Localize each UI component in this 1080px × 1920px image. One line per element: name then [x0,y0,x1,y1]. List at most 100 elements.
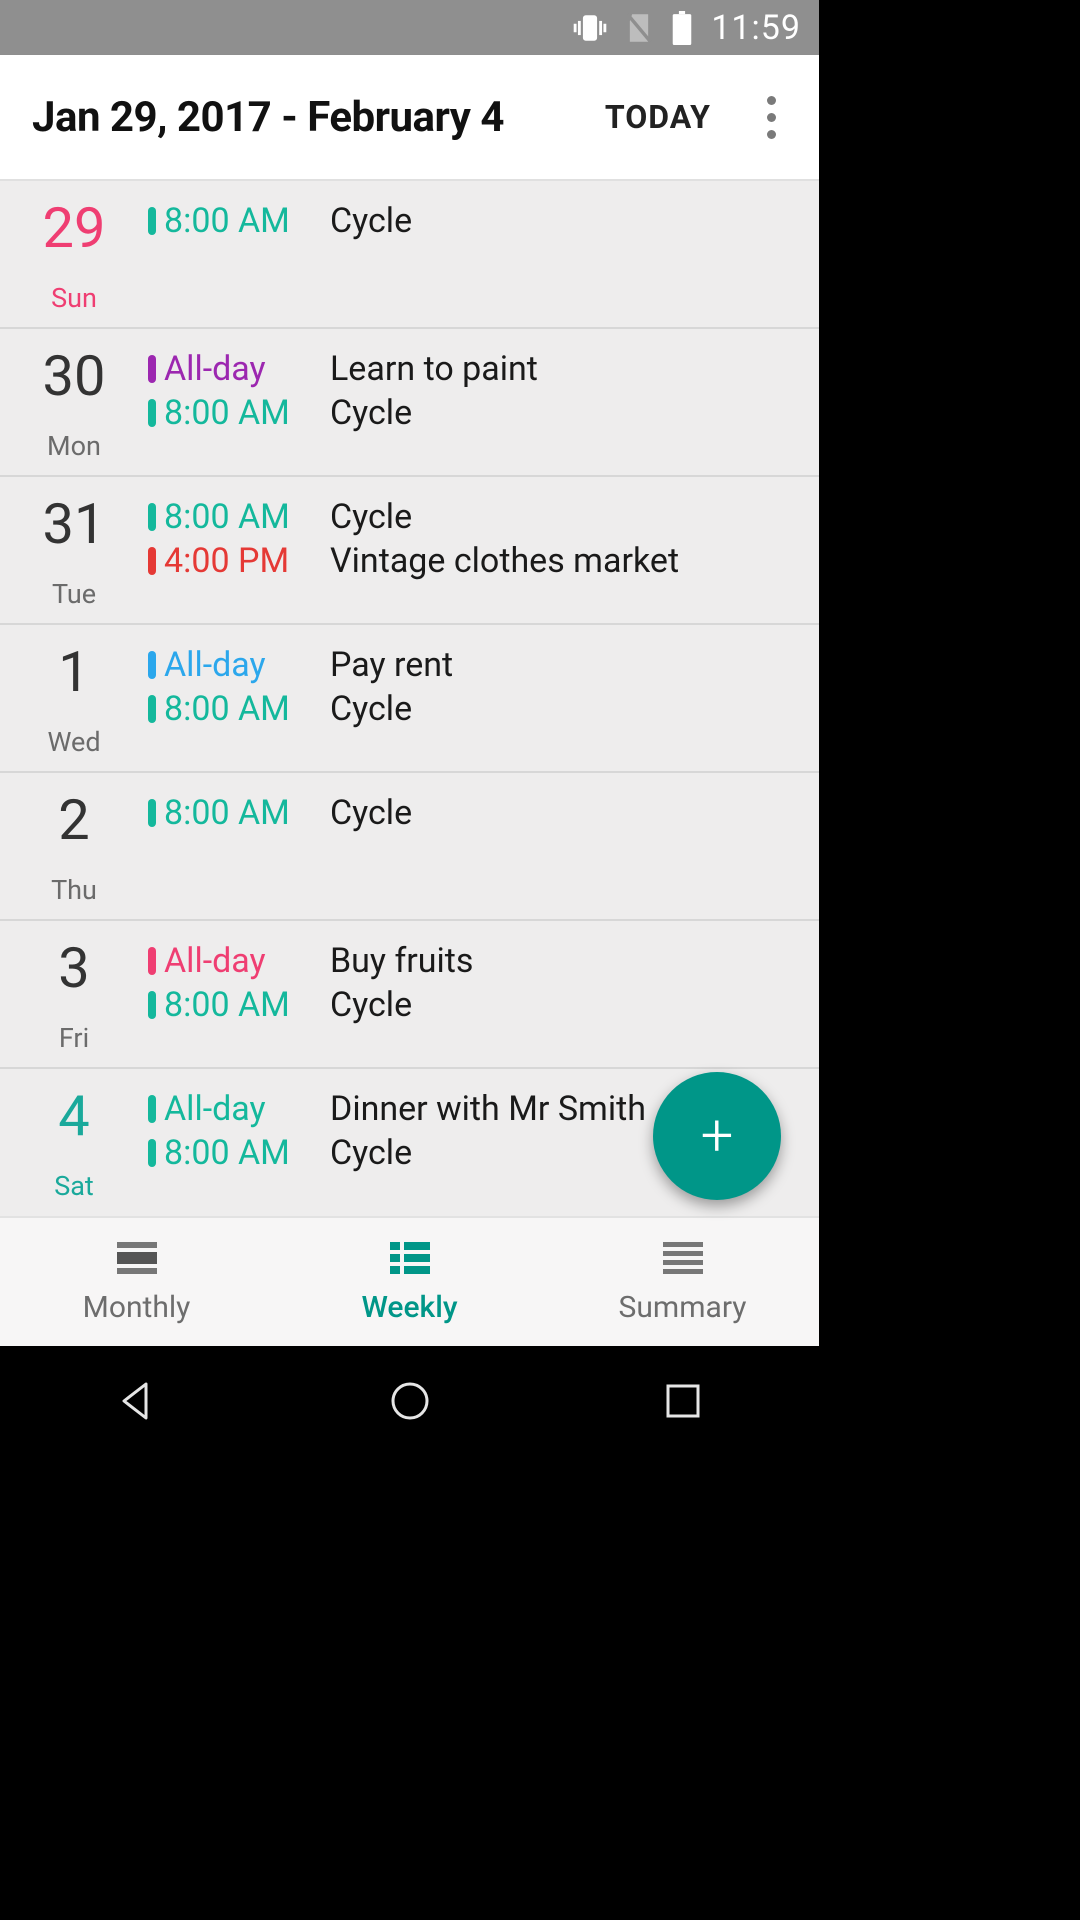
back-button[interactable] [97,1361,177,1441]
event-time: 4:00 PM [164,541,302,581]
recents-button[interactable] [643,1361,723,1441]
event-time: 8:00 AM [164,497,302,537]
event-item[interactable]: 8:00 AMCycle [148,495,799,539]
event-title: Buy fruits [330,941,473,981]
event-time: All-day [164,645,302,685]
date-number: 2 [58,791,89,850]
event-time: 8:00 AM [164,1133,302,1173]
date-dow: Tue [52,578,96,610]
date-number: 29 [43,199,106,258]
date-dow: Thu [51,874,97,906]
event-color-bar [148,1139,156,1167]
system-nav-bar [0,1346,819,1456]
date-dow: Sat [54,1170,94,1202]
date-col: 29 Sun [0,193,148,315]
event-color-bar [148,695,156,723]
add-event-fab[interactable]: + [653,1072,781,1200]
event-title: Vintage clothes market [330,541,679,581]
event-color-bar [148,503,156,531]
event-time: 8:00 AM [164,201,302,241]
event-time: 8:00 AM [164,793,302,833]
event-item[interactable]: 8:00 AM Cycle [148,983,799,1027]
status-bar: 11:59 [0,0,819,55]
date-col: 1 Wed [0,637,148,759]
today-button[interactable]: TODAY [605,98,711,136]
date-range-title: Jan 29, 2017 - February 4 [32,93,605,142]
event-item[interactable]: 8:00 AM Cycle [148,791,799,835]
event-color-bar [148,207,156,235]
date-number: 30 [43,347,106,406]
day-row[interactable]: 29 Sun 8:00 AM Cycle [0,181,819,329]
event-title: Cycle [330,793,412,833]
event-title: Cycle [330,985,412,1025]
week-list[interactable]: 29Sun8:00 AMCycle30MonAll-dayLearn to pa… [0,181,819,1216]
event-time: All-day [164,349,302,389]
event-title: Cycle [330,201,412,241]
event-item[interactable]: 8:00 AM Cycle [148,687,799,731]
day-row[interactable]: 31 Tue 8:00 AMCycle4:00 PM Vintage clothes … [0,477,819,625]
date-col: 4 Sat [0,1081,148,1205]
overflow-menu-icon[interactable] [751,96,791,139]
event-item[interactable]: 4:00 PM Vintage clothes market [148,539,799,583]
tab-monthly[interactable]: Monthly [0,1218,273,1346]
tab-weekly[interactable]: Weekly [273,1218,546,1346]
event-title: Pay rent [330,645,453,685]
date-number: 1 [58,643,89,702]
date-col: 3 Fri [0,933,148,1055]
event-color-bar [148,947,156,975]
date-dow: Fri [59,1022,89,1054]
date-number: 31 [43,495,106,554]
event-item[interactable]: All-day Learn to paint [148,347,799,391]
event-color-bar [148,547,156,575]
events-col: 8:00 AM Cycle [148,193,799,315]
tab-label: Weekly [361,1290,457,1325]
date-col: 30 Mon [0,341,148,463]
home-button[interactable] [370,1361,450,1441]
events-col: All-day Pay rent 8:00 AM Cycle [148,637,799,759]
event-title: Cycle [330,1133,412,1173]
day-row[interactable]: 30 Mon All-day Learn to paint 8:00 AM Cycle [0,329,819,477]
tab-label: Monthly [83,1290,191,1325]
events-col: 8:00 AMCycle4:00 PM Vintage clothes marke… [148,489,799,611]
plus-icon: + [701,1107,734,1165]
event-title: Learn to paint [330,349,538,389]
date-dow: Sun [51,282,97,314]
tab-summary[interactable]: Summary [546,1218,819,1346]
date-number: 4 [58,1087,89,1146]
date-number: 3 [58,939,89,998]
event-color-bar [148,355,156,383]
summary-icon [661,1240,705,1280]
event-color-bar [148,799,156,827]
event-time: All-day [164,941,302,981]
day-row[interactable]: 2 Thu 8:00 AM Cycle [0,773,819,921]
events-col: 8:00 AM Cycle [148,785,799,907]
day-row[interactable]: 3 Fri All-day Buy fruits 8:00 AM Cycle [0,921,819,1069]
event-item[interactable]: All-day Buy fruits [148,939,799,983]
status-time: 11:59 [711,8,801,48]
date-dow: Wed [47,726,100,758]
events-col: All-day Buy fruits 8:00 AM Cycle [148,933,799,1055]
event-color-bar [148,991,156,1019]
vibrate-icon [573,11,607,45]
event-item[interactable]: All-day Pay rent [148,643,799,687]
event-item[interactable]: 8:00 AM Cycle [148,199,799,243]
event-time: 8:00 AM [164,689,302,729]
events-col: All-day Learn to paint 8:00 AM Cycle [148,341,799,463]
event-title: Cycle [330,393,412,433]
event-title: Cycle [330,689,412,729]
event-color-bar [148,399,156,427]
bottom-tabs: Monthly Weekly Summary [0,1216,819,1346]
monthly-icon [115,1240,159,1280]
day-row[interactable]: 1 Wed All-day Pay rent 8:00 AM Cycle [0,625,819,773]
event-item[interactable]: 8:00 AM Cycle [148,391,799,435]
event-time: 8:00 AM [164,985,302,1025]
date-col: 2 Thu [0,785,148,907]
no-sim-icon [625,12,653,44]
event-time: 8:00 AM [164,393,302,433]
app-bar: Jan 29, 2017 - February 4 TODAY [0,55,819,181]
event-color-bar [148,651,156,679]
date-dow: Mon [47,430,101,462]
date-col: 31 Tue [0,489,148,611]
battery-icon [671,11,693,45]
weekly-icon [388,1240,432,1280]
